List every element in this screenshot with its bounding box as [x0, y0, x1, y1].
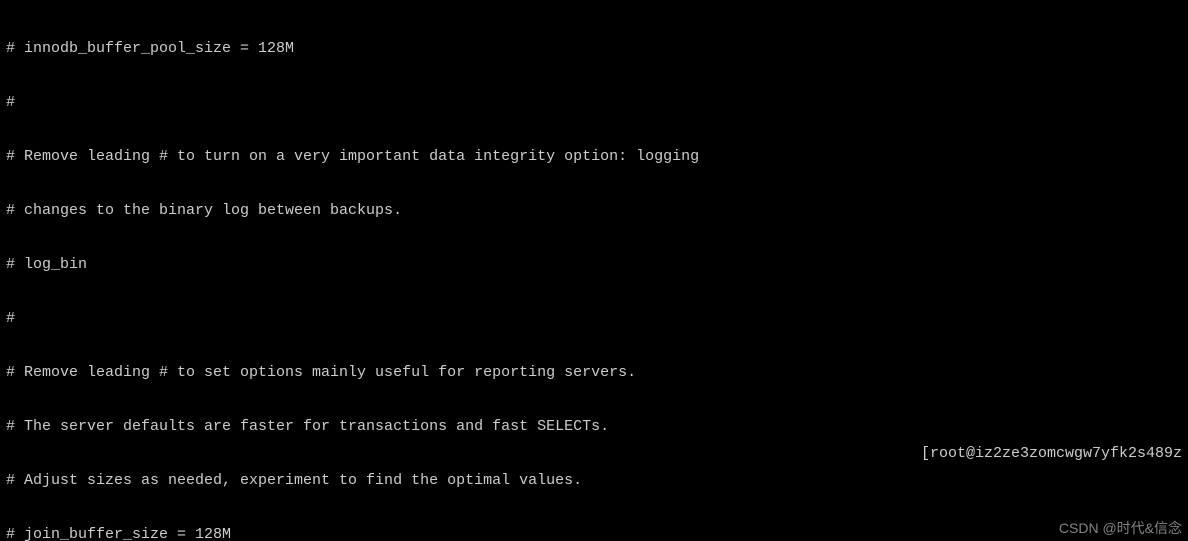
terminal[interactable]: # innodb_buffer_pool_size = 128M # # Rem… [0, 0, 1188, 541]
cfg-line: # Remove leading # to turn on a very imp… [6, 148, 1182, 166]
line-wrap-right: [root@iz2ze3zomcwgw7yfk2s489z [921, 445, 1182, 463]
cfg-line: # innodb_buffer_pool_size = 128M [6, 40, 1182, 58]
cfg-line: # Remove leading # to set options mainly… [6, 364, 1182, 382]
cfg-line: # The server defaults are faster for tra… [6, 418, 1182, 436]
cfg-line: # changes to the binary log between back… [6, 202, 1182, 220]
cfg-line: # [6, 94, 1182, 112]
watermark-text: CSDN @时代&信念 [1059, 519, 1182, 537]
cfg-line: # [6, 310, 1182, 328]
cfg-line: # Adjust sizes as needed, experiment to … [6, 472, 1182, 490]
cfg-line: # join_buffer_size = 128M [6, 526, 1182, 541]
cfg-line: # log_bin [6, 256, 1182, 274]
